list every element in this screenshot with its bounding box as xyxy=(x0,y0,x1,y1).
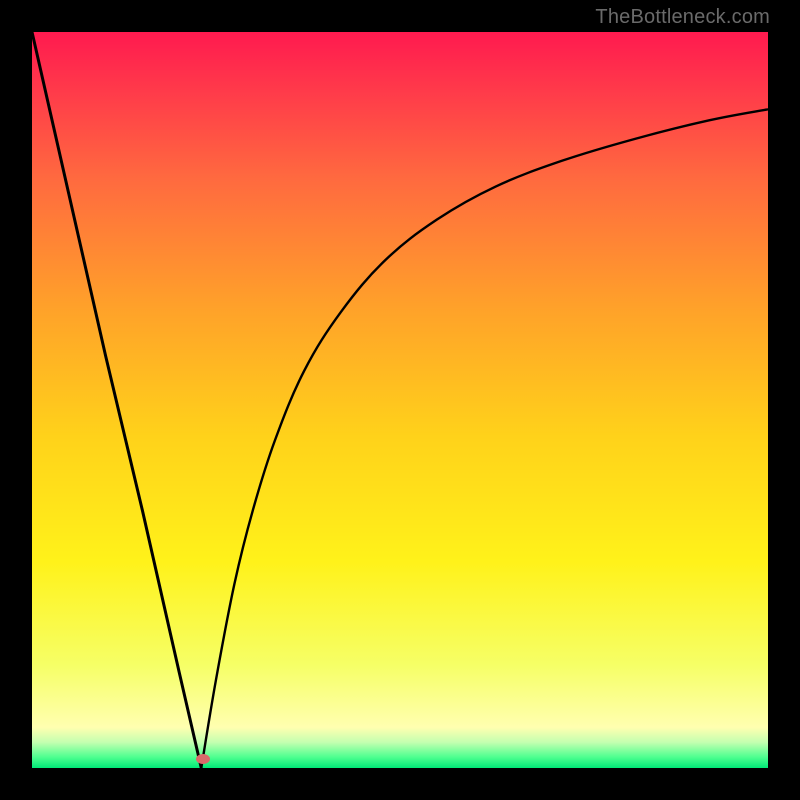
watermark-text: TheBottleneck.com xyxy=(595,6,770,29)
bottleneck-chart xyxy=(32,32,768,768)
plot-frame xyxy=(32,32,768,768)
gradient-background xyxy=(32,32,768,768)
minimum-marker xyxy=(196,754,210,764)
